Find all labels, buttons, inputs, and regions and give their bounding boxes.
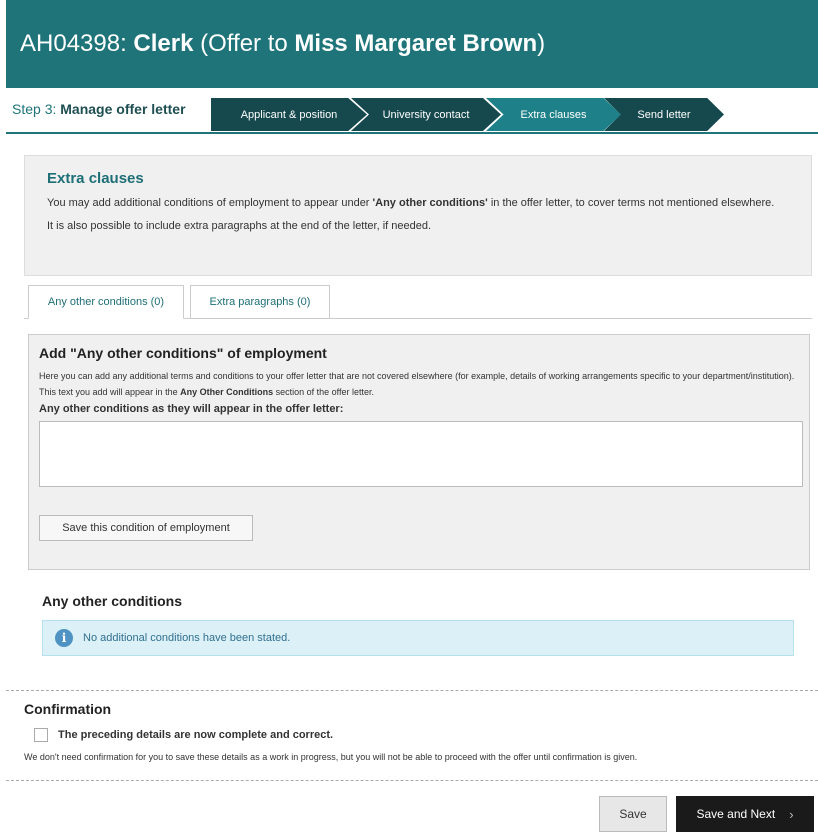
- no-conditions-message: No additional conditions have been state…: [83, 632, 291, 644]
- desc-after: section of the offer letter.: [273, 387, 374, 397]
- save-and-next-button[interactable]: Save and Next ›: [676, 796, 814, 832]
- extra-clauses-intro: Extra clauses You may add additional con…: [24, 155, 812, 276]
- confirmation-title: Confirmation: [24, 701, 112, 717]
- vacancy-ref: AH04398:: [20, 30, 127, 57]
- section-divider: [6, 690, 818, 691]
- extra-clauses-text: You may add additional conditions of emp…: [47, 195, 789, 212]
- conditions-field-label: Any other conditions as they will appear…: [39, 403, 344, 415]
- confirmation-checkbox[interactable]: [34, 728, 48, 742]
- step-name: Manage offer letter: [60, 101, 186, 117]
- confirmation-note: We don't need confirmation for you to sa…: [24, 752, 638, 762]
- save-condition-button[interactable]: Save this condition of employment: [39, 515, 253, 541]
- extra-clauses-title: Extra clauses: [47, 170, 144, 187]
- desc-before: Here you can add any additional terms an…: [39, 371, 795, 397]
- tab-any-other-conditions[interactable]: Any other conditions (0): [28, 285, 184, 319]
- crumb-applicant-position[interactable]: Applicant & position: [211, 98, 367, 131]
- add-conditions-panel: Add "Any other conditions" of employment…: [28, 334, 810, 570]
- add-conditions-description: Here you can add any additional terms an…: [39, 368, 799, 400]
- save-and-next-label: Save and Next: [696, 807, 776, 821]
- step-bar: Step 3: Manage offer letter Applicant & …: [6, 88, 818, 134]
- step-prefix: Step 3:: [12, 101, 57, 117]
- add-conditions-title: Add "Any other conditions" of employment: [39, 345, 327, 361]
- section-divider: [6, 780, 818, 781]
- confirmation-row[interactable]: The preceding details are now complete a…: [34, 728, 333, 742]
- chevron-right-icon: ›: [789, 806, 794, 822]
- crumb-university-contact[interactable]: University contact: [351, 98, 501, 131]
- extra-clauses-text-before: You may add additional conditions of emp…: [47, 197, 373, 209]
- desc-bold: Any Other Conditions: [180, 387, 274, 397]
- save-button[interactable]: Save: [599, 796, 667, 832]
- candidate-name: Miss Margaret Brown: [294, 30, 538, 57]
- conditions-textarea[interactable]: [39, 421, 803, 487]
- crumb-send-letter[interactable]: Send letter: [604, 98, 724, 131]
- conditions-list-title: Any other conditions: [42, 593, 182, 609]
- tab-extra-paragraphs[interactable]: Extra paragraphs (0): [190, 285, 330, 319]
- step-label: Step 3: Manage offer letter: [12, 101, 186, 117]
- extra-clauses-text2: It is also possible to include extra par…: [47, 220, 432, 232]
- offer-prefix: (Offer to: [200, 30, 288, 57]
- extra-clauses-text-after: in the offer letter, to cover terms not …: [487, 197, 775, 209]
- no-conditions-alert: i No additional conditions have been sta…: [42, 620, 794, 656]
- offer-suffix: ): [537, 30, 546, 57]
- extra-clauses-text-bold: 'Any other conditions': [372, 197, 488, 209]
- confirmation-checkbox-label[interactable]: The preceding details are now complete a…: [58, 729, 333, 741]
- page-header: AH04398: Clerk (Offer to Miss Margaret B…: [6, 0, 818, 88]
- crumb-extra-clauses[interactable]: Extra clauses: [486, 98, 621, 131]
- clause-tabs: Any other conditions (0) Extra paragraph…: [24, 285, 812, 319]
- info-icon: i: [55, 629, 73, 647]
- position-title: Clerk: [133, 30, 194, 57]
